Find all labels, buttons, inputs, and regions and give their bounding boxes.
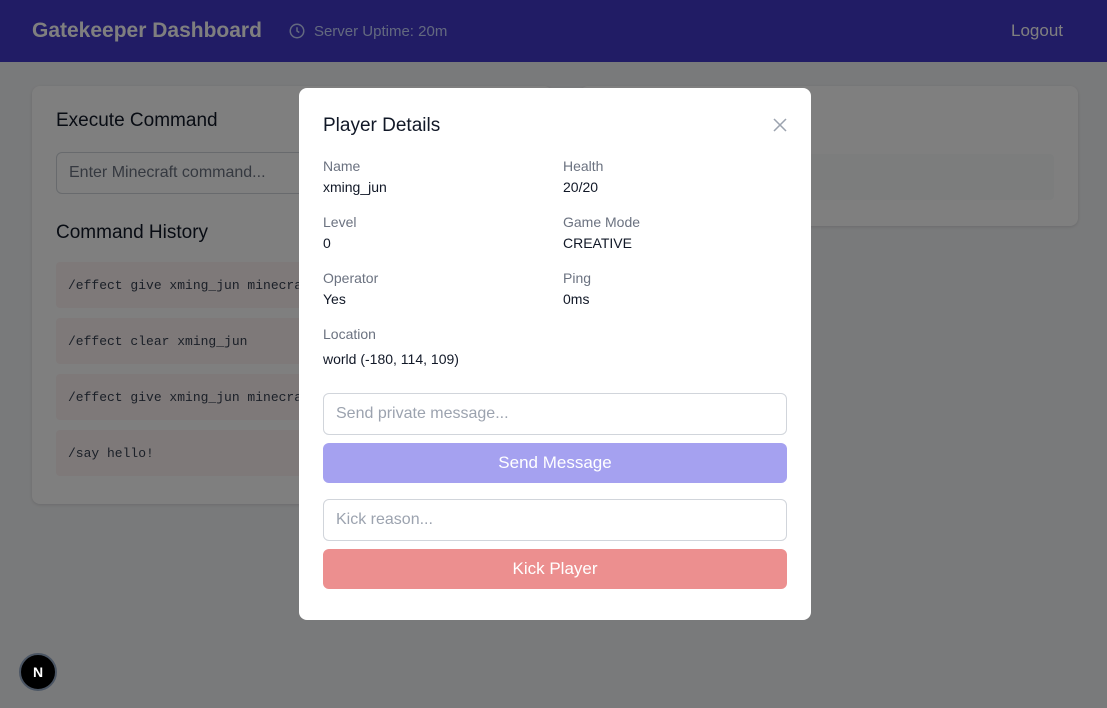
name-value: xming_jun [323,179,387,195]
game-mode-value: CREATIVE [563,235,632,251]
kick-player-button[interactable]: Kick Player [323,549,787,589]
location-value: world (-180, 114, 109) [323,351,459,367]
ping-value: 0ms [563,291,590,307]
ping-field: Ping 0ms [563,269,787,309]
health-value: 20/20 [563,179,599,195]
nextjs-dev-badge[interactable]: N [19,653,57,691]
game-mode-field: Game Mode CREATIVE [563,213,787,253]
operator-label: Operator [323,270,379,286]
modal-title: Player Details [323,115,441,136]
private-message-input[interactable] [323,393,787,435]
player-details-modal: Player Details Name xming_jun Health 20/… [299,88,811,620]
level-field: Level 0 [323,213,563,253]
operator-value: Yes [323,291,346,307]
ping-label: Ping [563,270,592,286]
location-label: Location [323,326,376,342]
name-field: Name xming_jun [323,157,563,197]
health-label: Health [563,158,604,174]
kick-reason-input[interactable] [323,499,787,541]
operator-field: Operator Yes [323,269,563,309]
level-value: 0 [323,235,331,251]
game-mode-label: Game Mode [563,214,641,230]
level-label: Level [323,214,357,230]
player-details-grid: Name xming_jun Health 20/20 Level 0 Game… [323,157,787,369]
name-label: Name [323,158,361,174]
location-field: Location world (-180, 114, 109) [323,325,787,369]
close-icon[interactable] [771,116,789,134]
health-field: Health 20/20 [563,157,787,197]
send-message-button[interactable]: Send Message [323,443,787,483]
